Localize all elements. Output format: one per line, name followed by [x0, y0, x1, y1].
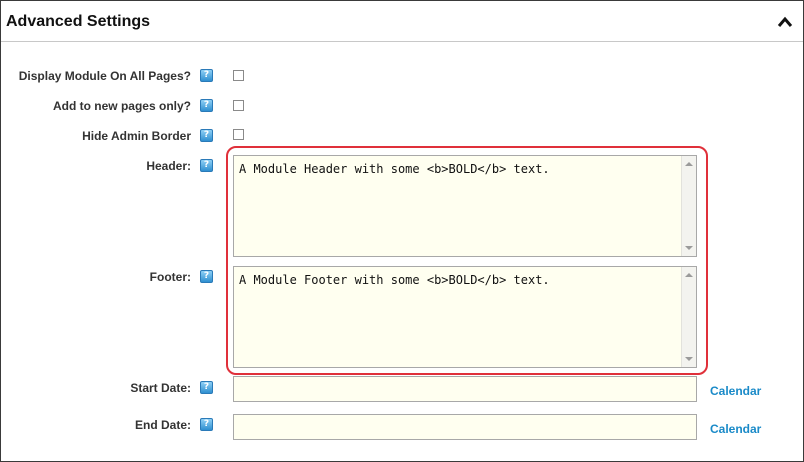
footer-textarea-wrapper: A Module Footer with some <b>BOLD</b> te… [233, 266, 697, 368]
footer-label: Footer: [149, 270, 191, 284]
end-date-label: End Date: [134, 418, 191, 432]
help-icon[interactable]: ? [200, 159, 213, 172]
new-pages-only-checkbox[interactable] [233, 100, 244, 111]
footer-scrollbar[interactable] [681, 267, 696, 367]
footer-textarea[interactable]: A Module Footer with some <b>BOLD</b> te… [234, 267, 681, 367]
scroll-up-icon[interactable] [685, 162, 693, 166]
display-all-pages-label: Display Module On All Pages? [18, 69, 191, 83]
new-pages-only-label: Add to new pages only? [52, 99, 191, 113]
advanced-settings-panel: Advanced Settings Display Module On All … [0, 0, 804, 462]
header-textarea-wrapper: A Module Header with some <b>BOLD</b> te… [233, 155, 697, 257]
start-date-input[interactable] [233, 376, 697, 402]
end-date-input[interactable] [233, 414, 697, 440]
start-date-calendar-link[interactable]: Calendar [710, 384, 761, 398]
chevron-up-icon[interactable] [777, 15, 793, 27]
scroll-up-icon[interactable] [685, 273, 693, 277]
hide-admin-border-label: Hide Admin Border [82, 129, 191, 143]
section-title: Advanced Settings [6, 13, 151, 30]
section-header[interactable]: Advanced Settings [1, 1, 803, 42]
start-date-label: Start Date: [130, 381, 191, 395]
header-label: Header: [146, 159, 191, 173]
scroll-down-icon[interactable] [685, 246, 693, 250]
end-date-calendar-link[interactable]: Calendar [710, 422, 761, 436]
help-icon[interactable]: ? [200, 69, 213, 82]
header-textarea[interactable]: A Module Header with some <b>BOLD</b> te… [234, 156, 681, 256]
hide-admin-border-checkbox[interactable] [233, 129, 244, 140]
help-icon[interactable]: ? [200, 270, 213, 283]
display-all-pages-checkbox[interactable] [233, 70, 244, 81]
help-icon[interactable]: ? [200, 99, 213, 112]
help-icon[interactable]: ? [200, 418, 213, 431]
help-icon[interactable]: ? [200, 129, 213, 142]
header-scrollbar[interactable] [681, 156, 696, 256]
scroll-down-icon[interactable] [685, 357, 693, 361]
help-icon[interactable]: ? [200, 381, 213, 394]
